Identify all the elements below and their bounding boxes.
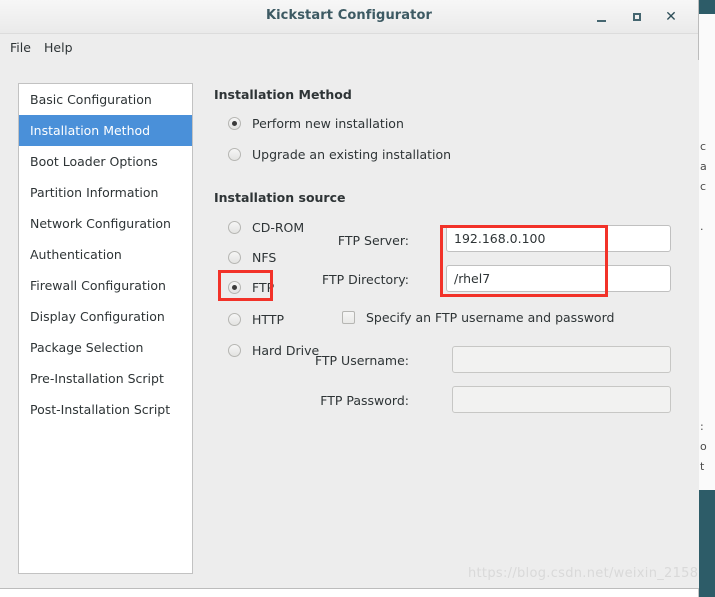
sidebar-item-network-configuration[interactable]: Network Configuration [19, 208, 192, 239]
window-content: Basic Configuration Installation Method … [0, 60, 699, 588]
maximize-button[interactable] [626, 6, 648, 28]
radio-label: HTTP [252, 312, 284, 327]
background-text-fragment: a [700, 160, 707, 173]
close-button[interactable]: ✕ [660, 6, 682, 28]
background-text-fragment: c [700, 180, 707, 193]
radio-upgrade-existing-installation[interactable]: Upgrade an existing installation [228, 147, 451, 162]
radio-unselected-icon [228, 344, 241, 357]
ftp-server-input[interactable]: 192.168.0.100 [446, 225, 671, 252]
close-icon: ✕ [665, 9, 677, 25]
radio-unselected-icon [228, 221, 241, 234]
sidebar-item-package-selection[interactable]: Package Selection [19, 332, 192, 363]
radio-source-http[interactable]: HTTP [228, 312, 284, 327]
radio-selected-icon [228, 281, 241, 294]
radio-selected-icon [228, 117, 241, 130]
background-window-footer [699, 490, 715, 597]
ftp-username-input[interactable] [452, 346, 671, 373]
kickstart-configurator-window: Kickstart Configurator ✕ File Help Basic… [0, 0, 699, 589]
background-text-fragment: t [700, 460, 705, 473]
ftp-password-label: FTP Password: [320, 393, 409, 408]
checkbox-unchecked-icon [342, 311, 355, 324]
background-window[interactable]: c a c . : o t [698, 0, 715, 597]
minimize-button[interactable] [590, 6, 612, 28]
background-text-fragment: c [700, 140, 707, 153]
specify-ftp-credentials-checkbox-row[interactable]: Specify an FTP username and password [342, 310, 614, 325]
sidebar-item-firewall-configuration[interactable]: Firewall Configuration [19, 270, 192, 301]
ftp-server-label: FTP Server: [337, 233, 409, 248]
radio-unselected-icon [228, 251, 241, 264]
sidebar-item-installation-method[interactable]: Installation Method [19, 115, 192, 146]
sidebar-item-basic-configuration[interactable]: Basic Configuration [19, 84, 192, 115]
background-text-fragment: o [700, 440, 707, 453]
menubar: File Help [0, 34, 698, 61]
specify-ftp-credentials-label: Specify an FTP username and password [366, 310, 615, 325]
installation-source-heading: Installation source [214, 190, 346, 205]
radio-label: FTP [252, 280, 275, 295]
radio-source-nfs[interactable]: NFS [228, 250, 276, 265]
radio-source-cdrom[interactable]: CD-ROM [228, 220, 304, 235]
radio-label: CD-ROM [252, 220, 305, 235]
background-window-titlebar [699, 0, 715, 14]
navigation-sidebar[interactable]: Basic Configuration Installation Method … [18, 83, 193, 574]
sidebar-item-display-configuration[interactable]: Display Configuration [19, 301, 192, 332]
sidebar-item-authentication[interactable]: Authentication [19, 239, 192, 270]
radio-perform-new-installation[interactable]: Perform new installation [228, 116, 404, 131]
ftp-username-label: FTP Username: [314, 353, 409, 368]
ftp-directory-input[interactable]: /rhel7 [446, 265, 671, 292]
sidebar-item-post-installation-script[interactable]: Post-Installation Script [19, 394, 192, 425]
ftp-directory-label: FTP Directory: [321, 272, 409, 287]
radio-label: Perform new installation [252, 116, 404, 131]
menu-item-file[interactable]: File [6, 39, 35, 56]
background-text-fragment: . [700, 220, 704, 233]
maximize-icon [633, 13, 641, 21]
radio-label: Upgrade an existing installation [252, 147, 452, 162]
radio-unselected-icon [228, 148, 241, 161]
installation-method-heading: Installation Method [214, 87, 352, 102]
sidebar-item-partition-information[interactable]: Partition Information [19, 177, 192, 208]
radio-unselected-icon [228, 313, 241, 326]
ftp-password-input[interactable] [452, 386, 671, 413]
installation-method-panel: Installation Method Perform new installa… [214, 60, 694, 588]
background-text-fragment: : [700, 420, 704, 433]
radio-label: NFS [252, 250, 277, 265]
background-window-body: c a c . : o t [699, 14, 715, 491]
radio-source-ftp[interactable]: FTP [228, 280, 274, 295]
sidebar-item-pre-installation-script[interactable]: Pre-Installation Script [19, 363, 192, 394]
window-titlebar: Kickstart Configurator ✕ [0, 0, 698, 34]
menu-item-help[interactable]: Help [40, 39, 77, 56]
minimize-icon [596, 19, 606, 22]
sidebar-item-boot-loader-options[interactable]: Boot Loader Options [19, 146, 192, 177]
